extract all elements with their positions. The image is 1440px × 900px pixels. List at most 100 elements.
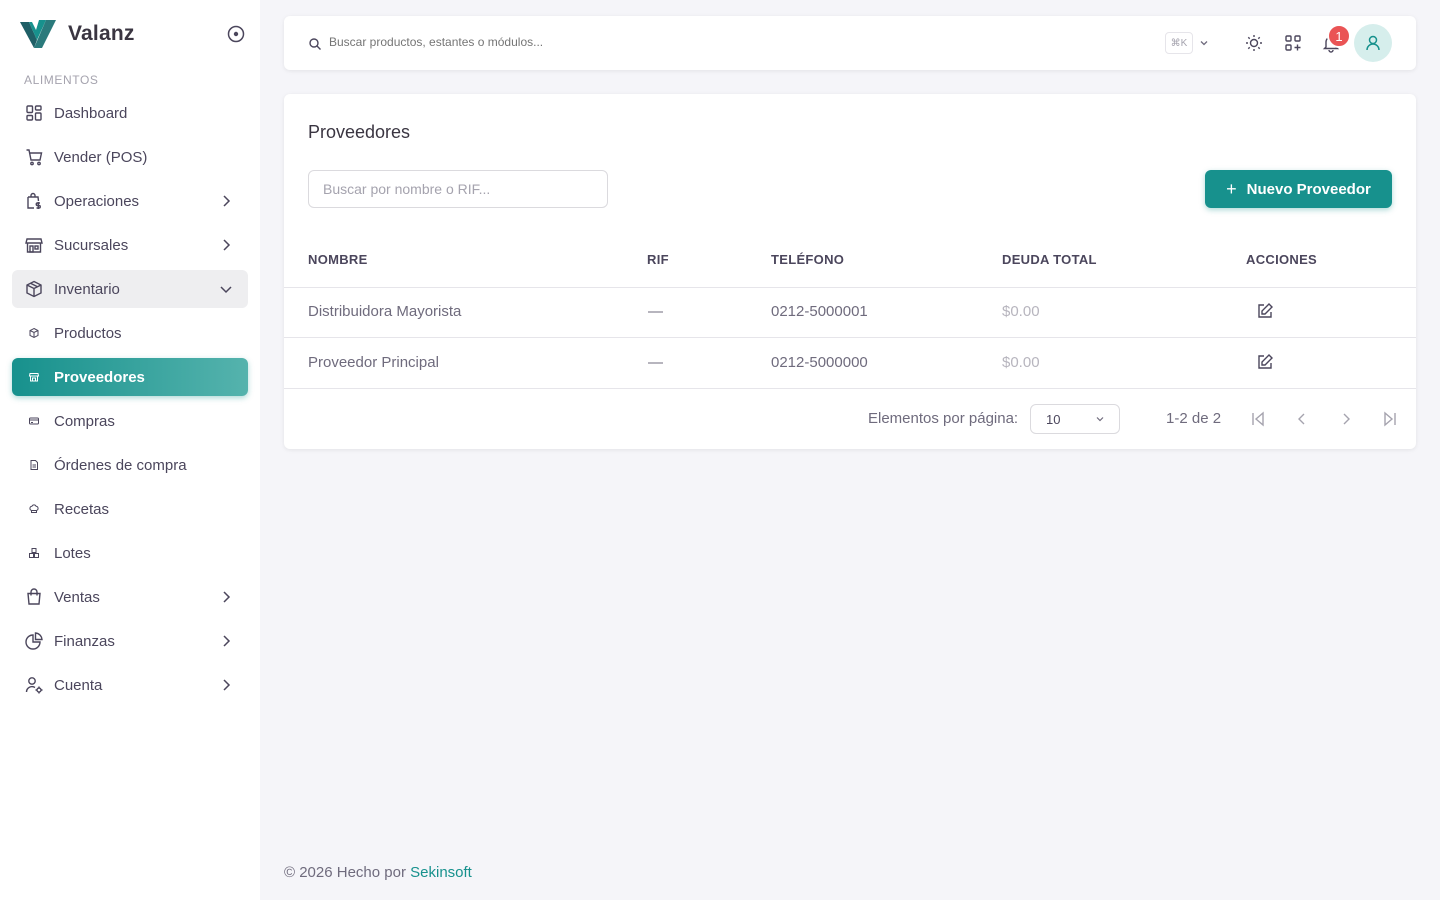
column-header-acciones: ACCIONES [1246,252,1318,267]
top-bar: ⌘K 1 [284,16,1416,70]
notification-badge: 1 [1327,24,1351,48]
sidebar-item-label: Proveedores [54,368,145,386]
sidebar-nav: Dashboard Vender (POS) Operaciones Sucur… [12,94,248,710]
boxes-icon [24,543,44,563]
sidebar-item-label: Lotes [54,544,91,562]
sidebar-item-productos[interactable]: Productos [12,314,248,352]
collapse-sidebar-icon[interactable] [226,24,246,44]
pagination-range: 1-2 de 2 [1166,410,1222,427]
apps-grid-icon[interactable] [1283,33,1303,53]
edit-icon[interactable] [1255,352,1275,372]
document-icon [24,455,44,475]
column-header-rif[interactable]: RIF [647,252,669,267]
sidebar-item-ventas[interactable]: Ventas [12,578,248,616]
sun-icon[interactable] [1244,33,1264,53]
chevron-right-icon [223,591,231,603]
table-row[interactable]: Proveedor Principal — 0212-5000000 $0.00 [284,338,1416,388]
brand[interactable]: Valanz [20,18,135,50]
sidebar-item-label: Productos [54,324,122,342]
edit-icon[interactable] [1255,301,1275,321]
footer-text: © 2026 Hecho por [284,864,411,881]
footer: © 2026 Hecho por Sekinsoft [284,864,472,881]
sidebar-item-label: Finanzas [54,632,115,650]
sidebar-item-operaciones[interactable]: Operaciones [12,182,248,220]
global-search-input[interactable] [329,35,929,49]
chevron-right-icon [223,195,231,207]
supplier-phone: 0212-5000000 [771,354,868,371]
user-icon [1366,35,1380,51]
items-per-page-label: Elementos por página: [868,410,1019,427]
sidebar-item-pos[interactable]: Vender (POS) [12,138,248,176]
chevron-down-icon[interactable] [1198,37,1210,49]
sidebar-item-label: Cuenta [54,676,103,694]
sidebar: Valanz ALIMENTOS Dashboard Vender (POS) … [0,0,260,900]
items-per-page-select[interactable]: 10 [1030,404,1120,434]
column-header-deuda[interactable]: DEUDA TOTAL [1002,252,1097,267]
divider [284,388,1416,389]
plus-icon: + [1226,179,1237,199]
supplier-icon [24,367,44,387]
supplier-search-input[interactable] [308,170,608,208]
sidebar-item-lotes[interactable]: Lotes [12,534,248,572]
sidebar-item-label: Compras [54,412,115,430]
avatar[interactable] [1354,24,1392,62]
sidebar-item-compras[interactable]: Compras [12,402,248,440]
chevron-down-icon [1096,417,1104,422]
pie-chart-icon [24,631,44,651]
sidebar-item-finanzas[interactable]: Finanzas [12,622,248,660]
user-settings-icon [24,675,44,695]
sidebar-item-label: Ventas [54,588,100,606]
sidebar-item-label: Dashboard [54,104,128,122]
column-header-telefono[interactable]: TELÉFONO [771,252,844,267]
supplier-rif: — [648,303,663,320]
sidebar-item-cuenta[interactable]: Cuenta [12,666,248,704]
sidebar-item-label: Vender (POS) [54,148,148,166]
brand-name: Valanz [68,22,135,45]
sidebar-item-label: Sucursales [54,236,129,254]
sidebar-item-sucursales[interactable]: Sucursales [12,226,248,264]
sidebar-item-ordenes[interactable]: Órdenes de compra [12,446,248,484]
last-page-icon[interactable] [1381,410,1399,428]
footer-link[interactable]: Sekinsoft [410,864,472,881]
page-title: Proveedores [308,122,411,142]
first-page-icon[interactable] [1249,410,1267,428]
valanz-logo-icon [20,20,56,48]
shopping-bag-dollar-icon [24,191,44,211]
supplier-name: Proveedor Principal [308,354,439,371]
supplier-rif: — [648,354,663,371]
package-icon [24,279,44,299]
chevron-right-icon [223,679,231,691]
new-supplier-button[interactable]: + Nuevo Proveedor [1205,170,1392,208]
product-icon [24,323,44,343]
new-supplier-label: Nuevo Proveedor [1246,180,1371,198]
shopping-bag-icon [24,587,44,607]
column-header-nombre[interactable]: NOMBRE [308,252,368,267]
previous-page-icon[interactable] [1293,410,1311,428]
sidebar-item-dashboard[interactable]: Dashboard [12,94,248,132]
next-page-icon[interactable] [1337,410,1355,428]
chevron-right-icon [223,239,231,251]
supplier-debt: $0.00 [1002,354,1040,371]
supplier-phone: 0212-5000001 [771,303,868,320]
suppliers-card: Proveedores + Nuevo Proveedor NOMBRE RIF… [284,94,1416,449]
chevron-down-icon [220,286,232,294]
chevron-right-icon [223,635,231,647]
chef-hat-icon [24,499,44,519]
sidebar-item-label: Inventario [54,280,120,298]
dashboard-icon [24,103,44,123]
section-label: ALIMENTOS [24,73,99,87]
sidebar-item-label: Órdenes de compra [54,456,187,474]
sidebar-item-label: Operaciones [54,192,140,210]
shortcut-hint: ⌘K [1165,32,1193,54]
store-icon [24,235,44,255]
table-row[interactable]: Distribuidora Mayorista — 0212-5000001 $… [284,287,1416,337]
supplier-debt: $0.00 [1002,303,1040,320]
shopping-cart-icon [24,147,44,167]
sidebar-item-recetas[interactable]: Recetas [12,490,248,528]
purchase-icon [24,411,44,431]
supplier-name: Distribuidora Mayorista [308,303,462,320]
items-per-page-value: 10 [1046,411,1061,427]
search-icon [309,38,321,50]
sidebar-item-proveedores[interactable]: Proveedores [12,358,248,396]
sidebar-item-inventario[interactable]: Inventario [12,270,248,308]
